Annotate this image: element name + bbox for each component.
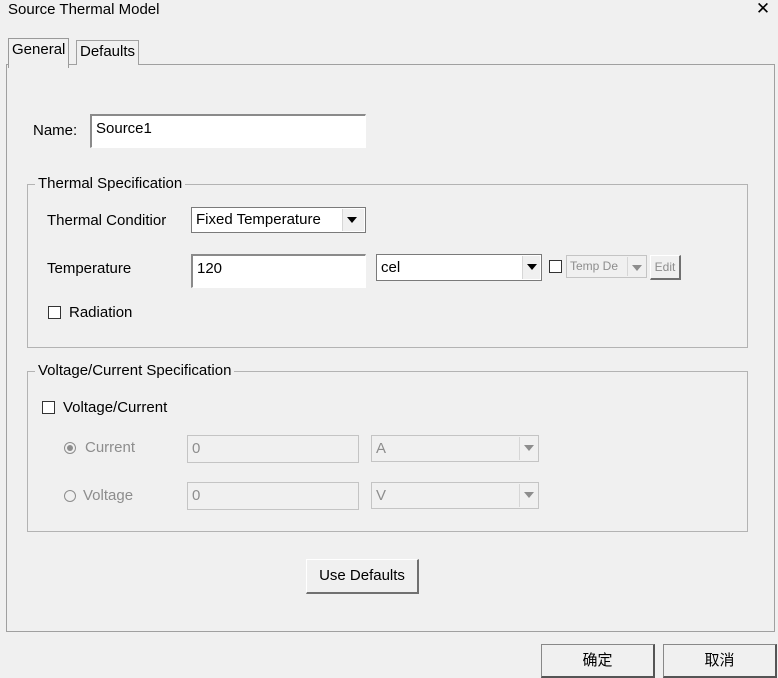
use-defaults-button[interactable]: Use Defaults bbox=[306, 559, 419, 594]
chevron-down-icon[interactable] bbox=[519, 484, 537, 507]
close-icon[interactable]: ✕ bbox=[753, 0, 773, 20]
thermal-condition-select[interactable]: Fixed Temperature bbox=[191, 207, 366, 233]
current-unit-value: A bbox=[376, 440, 387, 457]
edit-button[interactable]: Edit bbox=[650, 255, 681, 280]
name-label: Name: bbox=[33, 122, 78, 139]
chevron-down-icon[interactable] bbox=[522, 256, 540, 279]
current-unit-select[interactable]: A bbox=[371, 435, 539, 462]
chevron-down-icon[interactable] bbox=[342, 209, 364, 231]
temp-dep-checkbox[interactable] bbox=[549, 260, 562, 273]
voltage-current-label: Voltage/Current bbox=[63, 399, 168, 416]
temperature-label: Temperature bbox=[47, 260, 132, 277]
voltage-unit-select[interactable]: V bbox=[371, 482, 539, 509]
tab-general[interactable]: General bbox=[8, 38, 70, 68]
temp-dep-value: Temp De bbox=[570, 259, 619, 273]
voltage-unit-value: V bbox=[376, 487, 387, 504]
cancel-button[interactable]: 取消 bbox=[663, 644, 777, 678]
window-title: Source Thermal Model bbox=[8, 1, 160, 18]
temp-dep-select[interactable]: Temp De bbox=[566, 255, 647, 278]
voltage-label: Voltage bbox=[83, 487, 134, 504]
ok-button[interactable]: 确定 bbox=[541, 644, 655, 678]
temperature-unit-select[interactable]: cel bbox=[376, 254, 542, 281]
temperature-unit-value: cel bbox=[381, 259, 401, 276]
current-label: Current bbox=[85, 439, 136, 456]
radiation-label: Radiation bbox=[69, 304, 133, 321]
name-input[interactable]: Source1 bbox=[90, 114, 366, 148]
thermal-condition-label: Thermal Conditior bbox=[47, 212, 167, 229]
chevron-down-icon[interactable] bbox=[519, 437, 537, 460]
current-input[interactable]: 0 bbox=[187, 435, 359, 463]
tab-panel-general bbox=[6, 64, 775, 632]
thermal-spec-title: Thermal Specification bbox=[35, 174, 186, 194]
chevron-down-icon[interactable] bbox=[627, 257, 645, 276]
voltage-radio[interactable] bbox=[64, 490, 76, 502]
tab-defaults[interactable]: Defaults bbox=[76, 40, 140, 65]
temperature-input[interactable]: 120 bbox=[191, 254, 366, 288]
voltage-spec-title: Voltage/Current Specification bbox=[35, 361, 235, 381]
radiation-checkbox[interactable] bbox=[48, 306, 61, 319]
voltage-input[interactable]: 0 bbox=[187, 482, 359, 510]
voltage-current-checkbox[interactable] bbox=[42, 401, 55, 414]
current-radio[interactable] bbox=[64, 442, 76, 454]
thermal-condition-value: Fixed Temperature bbox=[196, 211, 321, 228]
